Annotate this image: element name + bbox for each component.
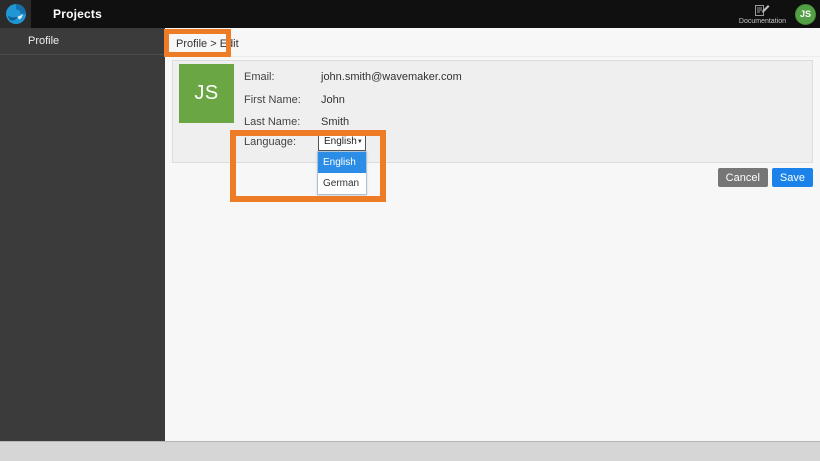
bottom-strip [0, 441, 820, 461]
email-value: john.smith@wavemaker.com [321, 71, 462, 83]
email-label: Email: [244, 71, 275, 83]
chevron-down-icon: ▼ [357, 139, 363, 145]
cancel-button[interactable]: Cancel [718, 168, 768, 187]
breadcrumb: Profile > Edit [176, 38, 239, 50]
form-row-email: Email: john.smith@wavemaker.com [173, 71, 812, 85]
sidebar: Profile [0, 28, 165, 441]
wavemaker-logo-icon [5, 3, 27, 25]
language-select[interactable]: English ▼ [318, 133, 366, 151]
user-avatar[interactable]: JS [795, 4, 816, 25]
language-option-english[interactable]: English [318, 152, 366, 173]
first-name-value: John [321, 94, 345, 106]
first-name-label: First Name: [244, 94, 301, 106]
documentation-icon [754, 4, 770, 17]
form-actions: Cancel Save [718, 168, 813, 187]
language-label: Language: [244, 133, 296, 151]
page-title: Projects [53, 7, 102, 21]
topbar-right: Documentation JS [739, 4, 820, 25]
save-button[interactable]: Save [772, 168, 813, 187]
profile-edit-form: JS Email: john.smith@wavemaker.com First… [172, 60, 813, 163]
wavemaker-logo[interactable] [0, 0, 31, 28]
documentation-label: Documentation [739, 18, 786, 25]
wavemaker-profile-screen: Projects Documentation JS Profile Profil… [0, 0, 820, 461]
form-row-last-name: Last Name: Smith [173, 116, 812, 130]
form-row-language: Language: English ▼ [173, 133, 812, 151]
language-select-value: English [324, 133, 357, 151]
documentation-button[interactable]: Documentation [739, 4, 786, 25]
language-dropdown-list: English German [317, 151, 367, 195]
sidebar-item-profile[interactable]: Profile [0, 28, 165, 55]
last-name-value: Smith [321, 116, 349, 128]
form-row-first-name: First Name: John [173, 94, 812, 108]
language-option-german[interactable]: German [318, 173, 366, 194]
last-name-label: Last Name: [244, 116, 300, 128]
main-content: Profile > Edit JS Email: john.smith@wave… [165, 28, 820, 441]
breadcrumb-bar: Profile > Edit [165, 28, 820, 57]
topbar: Projects Documentation JS [0, 0, 820, 28]
